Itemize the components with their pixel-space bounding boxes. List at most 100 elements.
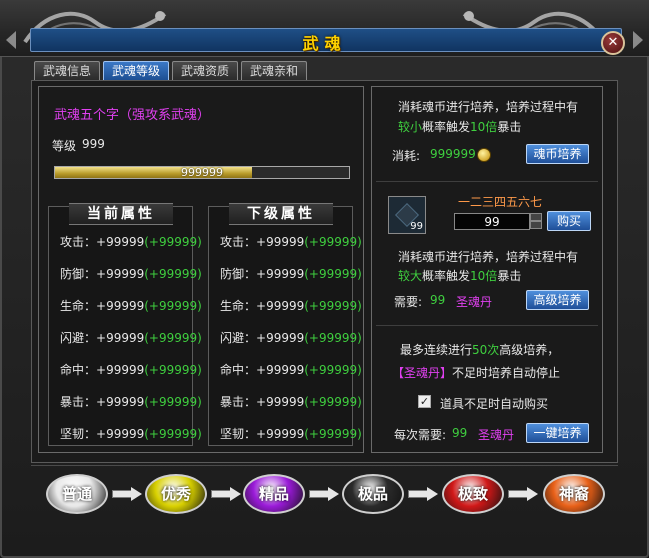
close-icon[interactable]: ✕ <box>601 31 625 55</box>
grade-orb: 极致 <box>442 474 504 514</box>
next-attr-bonus: (+99999) <box>304 363 362 377</box>
next-attr-row: 暴击：+99999(+99999) <box>220 393 362 410</box>
arrow-right-icon <box>508 487 538 501</box>
divider <box>376 181 598 182</box>
coin-train-crit: 暴击 <box>497 120 522 134</box>
current-attr-value: +99999 <box>96 267 145 281</box>
each-need-label: 每次需要: <box>394 428 447 442</box>
next-attr-value: +99999 <box>256 427 305 441</box>
soul-name: 武魂五个字（强攻系武魂） <box>54 108 211 123</box>
coin-train-chance: 较小 <box>398 120 423 134</box>
current-attr-bonus: (+99999) <box>144 363 202 377</box>
title-bar: 武魂 ✕ <box>0 0 649 57</box>
arrow-right-icon <box>211 487 241 501</box>
current-attr-label: 坚韧： <box>60 427 97 441</box>
level-label: 等级 <box>52 139 77 153</box>
adv-need-label: 需要: <box>394 295 423 309</box>
coin-train-button[interactable]: 魂币培养 <box>526 144 589 164</box>
current-attr-row: 暴击：+99999(+99999) <box>60 393 202 410</box>
current-attr-value: +99999 <box>96 299 145 313</box>
tab-soul-info[interactable]: 武魂信息 <box>34 61 101 80</box>
auto-train-desc-2: 【圣魂丹】不足时培养自动停止 <box>392 364 560 381</box>
next-attr-row: 攻击：+99999(+99999) <box>220 233 362 250</box>
arrow-right-icon <box>408 487 438 501</box>
current-attr-bonus: (+99999) <box>144 267 202 281</box>
next-attr-row: 闪避：+99999(+99999) <box>220 329 362 346</box>
next-attributes-title: 下级属性 <box>229 203 333 225</box>
arrow-right-icon <box>112 487 142 501</box>
divider <box>376 325 598 326</box>
next-attr-label: 坚韧： <box>220 427 257 441</box>
tab-soul-level[interactable]: 武魂等级 <box>103 61 170 80</box>
coin-train-trigger: 概率触发 <box>422 120 471 134</box>
tab-bar: 武魂信息 武魂等级 武魂资质 武魂亲和 <box>34 61 308 81</box>
exp-bar: 999999 <box>54 166 350 179</box>
coin-icon <box>477 148 491 162</box>
current-attr-value: +99999 <box>96 235 145 249</box>
adv-train-multiplier: 10倍 <box>470 269 498 283</box>
current-attr-row: 生命：+99999(+99999) <box>60 297 202 314</box>
current-attr-bonus: (+99999) <box>144 299 202 313</box>
item-name: 一二三四五六七 <box>458 195 543 209</box>
auto-buy-checkbox[interactable]: ✓ <box>418 395 431 408</box>
next-attr-bonus: (+99999) <box>304 331 362 345</box>
adv-need-item: 圣魂丹 <box>456 295 493 309</box>
current-attr-label: 生命： <box>60 299 97 313</box>
each-need-value: 99 <box>452 426 468 440</box>
next-attr-label: 攻击： <box>220 235 257 249</box>
tab-soul-aptitude[interactable]: 武魂资质 <box>172 61 239 80</box>
auto-train-max: 最多连续进行 <box>400 343 473 357</box>
next-attr-row: 命中：+99999(+99999) <box>220 361 362 378</box>
current-attr-row: 攻击：+99999(+99999) <box>60 233 202 250</box>
grade-orb: 神裔 <box>543 474 605 514</box>
quantity-down-button[interactable] <box>530 221 542 229</box>
grade-orb: 精品 <box>243 474 305 514</box>
current-attr-row: 命中：+99999(+99999) <box>60 361 202 378</box>
next-attr-row: 坚韧：+99999(+99999) <box>220 425 362 442</box>
arrow-right-icon <box>633 31 643 49</box>
coin-train-desc-1: 消耗魂币进行培养，培养过程中有 <box>398 100 579 114</box>
next-attr-value: +99999 <box>256 267 305 281</box>
grade-orb: 优秀 <box>145 474 207 514</box>
next-attr-value: +99999 <box>256 331 305 345</box>
advanced-train-button[interactable]: 高级培养 <box>526 290 589 310</box>
current-attr-value: +99999 <box>96 331 145 345</box>
buy-button[interactable]: 购买 <box>547 211 591 231</box>
arrow-right-icon <box>309 487 339 501</box>
exp-text: 999999 <box>181 166 223 179</box>
current-attr-label: 闪避： <box>60 331 97 345</box>
next-attr-bonus: (+99999) <box>304 427 362 441</box>
quantity-up-button[interactable] <box>530 213 542 221</box>
level-value: 999 <box>82 137 105 151</box>
auto-train-stop-note: 不足时培养自动停止 <box>452 366 561 380</box>
auto-train-count: 50次 <box>472 343 500 357</box>
arrow-left-icon <box>6 31 16 49</box>
auto-train-desc-1: 最多连续进行50次高级培养， <box>400 341 559 358</box>
next-attr-bonus: (+99999) <box>304 299 362 313</box>
coin-train-desc-2: 较小概率触发10倍暴击 <box>398 118 521 135</box>
current-attr-bonus: (+99999) <box>144 427 202 441</box>
tab-soul-affinity[interactable]: 武魂亲和 <box>241 61 308 80</box>
current-attr-label: 防御： <box>60 267 97 281</box>
item-slot[interactable]: 99 <box>388 196 426 234</box>
next-attr-value: +99999 <box>256 363 305 377</box>
current-attr-label: 攻击： <box>60 235 97 249</box>
next-attr-bonus: (+99999) <box>304 267 362 281</box>
adv-train-desc-2: 较大概率触发10倍暴击 <box>398 267 521 284</box>
next-attr-label: 生命： <box>220 299 257 313</box>
current-attr-label: 命中： <box>60 363 97 377</box>
one-click-train-button[interactable]: 一键培养 <box>526 423 589 443</box>
next-attr-bonus: (+99999) <box>304 235 362 249</box>
current-attr-bonus: (+99999) <box>144 235 202 249</box>
adv-train-chance: 较大 <box>398 269 423 283</box>
coin-cost-label: 消耗: <box>392 149 421 163</box>
grade-orb: 极品 <box>342 474 404 514</box>
quantity-input[interactable] <box>454 213 530 230</box>
next-attr-label: 闪避： <box>220 331 257 345</box>
window-title: 武魂 <box>302 34 347 53</box>
current-attr-label: 暴击： <box>60 395 97 409</box>
current-attr-value: +99999 <box>96 427 145 441</box>
auto-train-item: 【圣魂丹】 <box>392 366 453 380</box>
current-attr-row: 闪避：+99999(+99999) <box>60 329 202 346</box>
current-attr-row: 防御：+99999(+99999) <box>60 265 202 282</box>
